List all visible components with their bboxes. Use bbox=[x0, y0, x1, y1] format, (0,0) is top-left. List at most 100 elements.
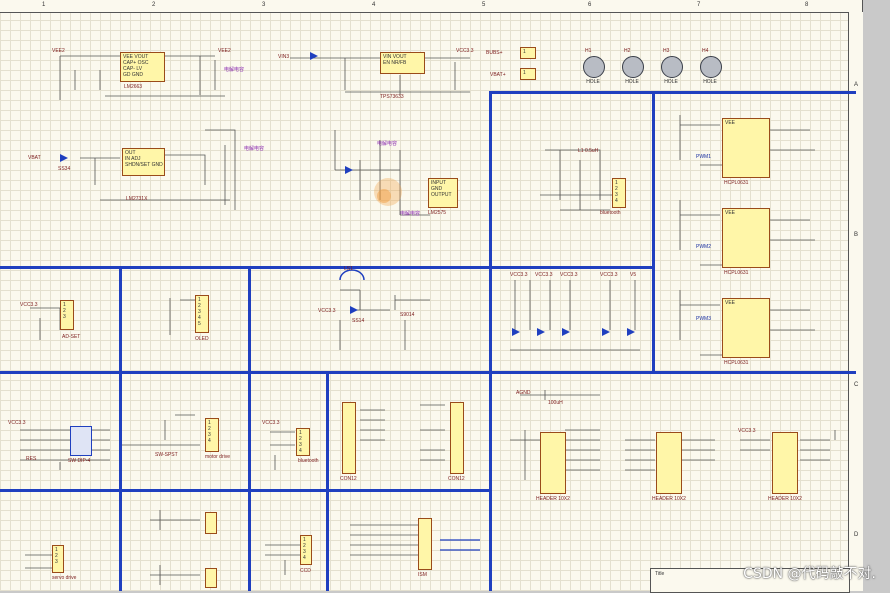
cap-note: 电解电容 bbox=[400, 211, 421, 217]
part-name: LM2575 bbox=[428, 210, 447, 216]
connector-ccd: 1234 bbox=[300, 535, 312, 565]
hole-label: HOLE bbox=[703, 79, 717, 85]
connector-small-1 bbox=[205, 512, 217, 534]
net-label: VEE2 bbox=[52, 48, 65, 54]
part-name: HCPL0631 bbox=[724, 180, 749, 186]
net-label: AGND bbox=[516, 390, 531, 396]
hole-label: HOLE bbox=[625, 79, 639, 85]
chip-u7: VEE bbox=[722, 298, 770, 358]
connector-adc: 123 bbox=[60, 300, 74, 330]
net-label: VCC3.3 bbox=[535, 272, 553, 278]
part-name: AD-SET bbox=[62, 334, 81, 340]
part-name: servo drive bbox=[52, 575, 77, 581]
schematic-sheet: 1 2 3 4 5 6 7 8 A B C D VEE2 VEE VOUT CA… bbox=[0, 0, 863, 593]
mounting-hole bbox=[622, 56, 644, 78]
chip-pin: EN NR/FB bbox=[383, 60, 407, 66]
connector-small-2 bbox=[205, 568, 217, 588]
net-label: VCC3.3 bbox=[738, 428, 756, 434]
net-label: VBAT+ bbox=[490, 72, 506, 78]
section-divider bbox=[119, 266, 122, 591]
net-label: PWM1 bbox=[696, 154, 711, 160]
chip-pin: VEE bbox=[725, 120, 736, 126]
dip-switch bbox=[70, 426, 92, 456]
net-label: VCC3.3 bbox=[560, 272, 578, 278]
hole-label: HOLE bbox=[664, 79, 678, 85]
net-label: BUBS+ bbox=[486, 50, 503, 56]
net-label: VCC3.3 bbox=[20, 302, 38, 308]
part-name: LM2663 bbox=[124, 84, 143, 90]
net-label: VCC3.3 bbox=[510, 272, 528, 278]
diode-label: SS14 bbox=[352, 318, 365, 324]
chip-pin: 4 bbox=[303, 555, 306, 561]
chip-pin: GD GND bbox=[123, 72, 143, 78]
net-label: VEE2 bbox=[218, 48, 231, 54]
part-name: CCD bbox=[300, 568, 311, 574]
connector-servo: 123 bbox=[52, 545, 64, 573]
section-divider bbox=[0, 371, 856, 374]
watermark: CSDN @代码敲不对. bbox=[743, 566, 876, 582]
chip-pin: VEE bbox=[725, 210, 736, 216]
section-divider bbox=[489, 91, 492, 591]
connector-j2: 1 bbox=[520, 68, 536, 80]
part-name: SW DIP-4 bbox=[68, 458, 91, 464]
part-name: HEADER 10X2 bbox=[768, 496, 802, 502]
hole-ref: H2 bbox=[624, 48, 631, 54]
chip-pin: 1 bbox=[523, 49, 526, 55]
chip-pin: 5 bbox=[198, 321, 201, 327]
net-label: PWM3 bbox=[696, 316, 711, 322]
chip-u5: VEE bbox=[722, 118, 770, 178]
section-divider bbox=[0, 489, 490, 492]
connector-oled: 12345 bbox=[195, 295, 209, 333]
diode-label: SS34 bbox=[58, 166, 71, 172]
net-label: VCC3.3 bbox=[456, 48, 474, 54]
net-label: VCC3.3 bbox=[8, 420, 26, 426]
mcu-header-3 bbox=[772, 432, 798, 494]
connector-j1: 1 bbox=[520, 47, 536, 59]
transistor-label: S9014 bbox=[400, 312, 415, 318]
hole-ref: H4 bbox=[702, 48, 709, 54]
net-label: VCC3.3 bbox=[318, 308, 336, 314]
net-label: VBAT bbox=[28, 155, 41, 161]
mounting-hole bbox=[661, 56, 683, 78]
chip-pin: 1 bbox=[523, 70, 526, 76]
part-name: HCPL0631 bbox=[724, 270, 749, 276]
switch-label: SW-SPST bbox=[155, 452, 178, 458]
section-divider bbox=[652, 91, 655, 372]
part-name: ISM bbox=[418, 572, 427, 578]
hole-ref: H3 bbox=[663, 48, 670, 54]
title-label: Title bbox=[655, 571, 665, 577]
part-name: LM2731X bbox=[126, 196, 148, 202]
chip-pin: VEE bbox=[725, 300, 736, 306]
net-label: V5 bbox=[630, 272, 637, 278]
hole-label: HOLE bbox=[586, 79, 600, 85]
cap-note: 电解电容 bbox=[244, 146, 265, 152]
part-name: HEADER 10X2 bbox=[652, 496, 686, 502]
cap-note: 电解电容 bbox=[224, 67, 245, 73]
part-name: CON12 bbox=[448, 476, 465, 482]
connector-bluetooth: 1234 bbox=[296, 428, 310, 456]
cap-note: 电解电容 bbox=[377, 141, 398, 147]
net-label: VCC3.3 bbox=[600, 272, 618, 278]
chip-pin: 4 bbox=[299, 448, 302, 454]
ref-label: LS1 bbox=[344, 266, 353, 272]
hole-ref: H1 bbox=[585, 48, 592, 54]
net-label: VCC3.3 bbox=[262, 420, 280, 426]
section-divider bbox=[248, 266, 251, 591]
section-divider bbox=[326, 371, 329, 591]
part-name: CON12 bbox=[340, 476, 357, 482]
net-label: PWM2 bbox=[696, 244, 711, 250]
mcu-header-1 bbox=[540, 432, 566, 494]
inductor-label: L1 0.5uH bbox=[578, 148, 599, 154]
part-name: OLED bbox=[195, 336, 209, 342]
part-name: HCPL0631 bbox=[724, 360, 749, 366]
chip-u1: VEE VOUT CAP+ OSC CAP- LV GD GND bbox=[120, 52, 165, 82]
connector-bluetooth-power: 1234 bbox=[612, 178, 626, 208]
chip-u4: INPUT GND OUTPUT bbox=[428, 178, 458, 208]
mounting-hole bbox=[700, 56, 722, 78]
net-label: VIN3 bbox=[278, 54, 290, 60]
part-name: TPS73633 bbox=[380, 94, 404, 100]
section-divider bbox=[0, 266, 655, 269]
chip-pin: SHDN/SET GND bbox=[125, 162, 163, 168]
chip-u6: VEE bbox=[722, 208, 770, 268]
connector-ism bbox=[418, 518, 432, 570]
